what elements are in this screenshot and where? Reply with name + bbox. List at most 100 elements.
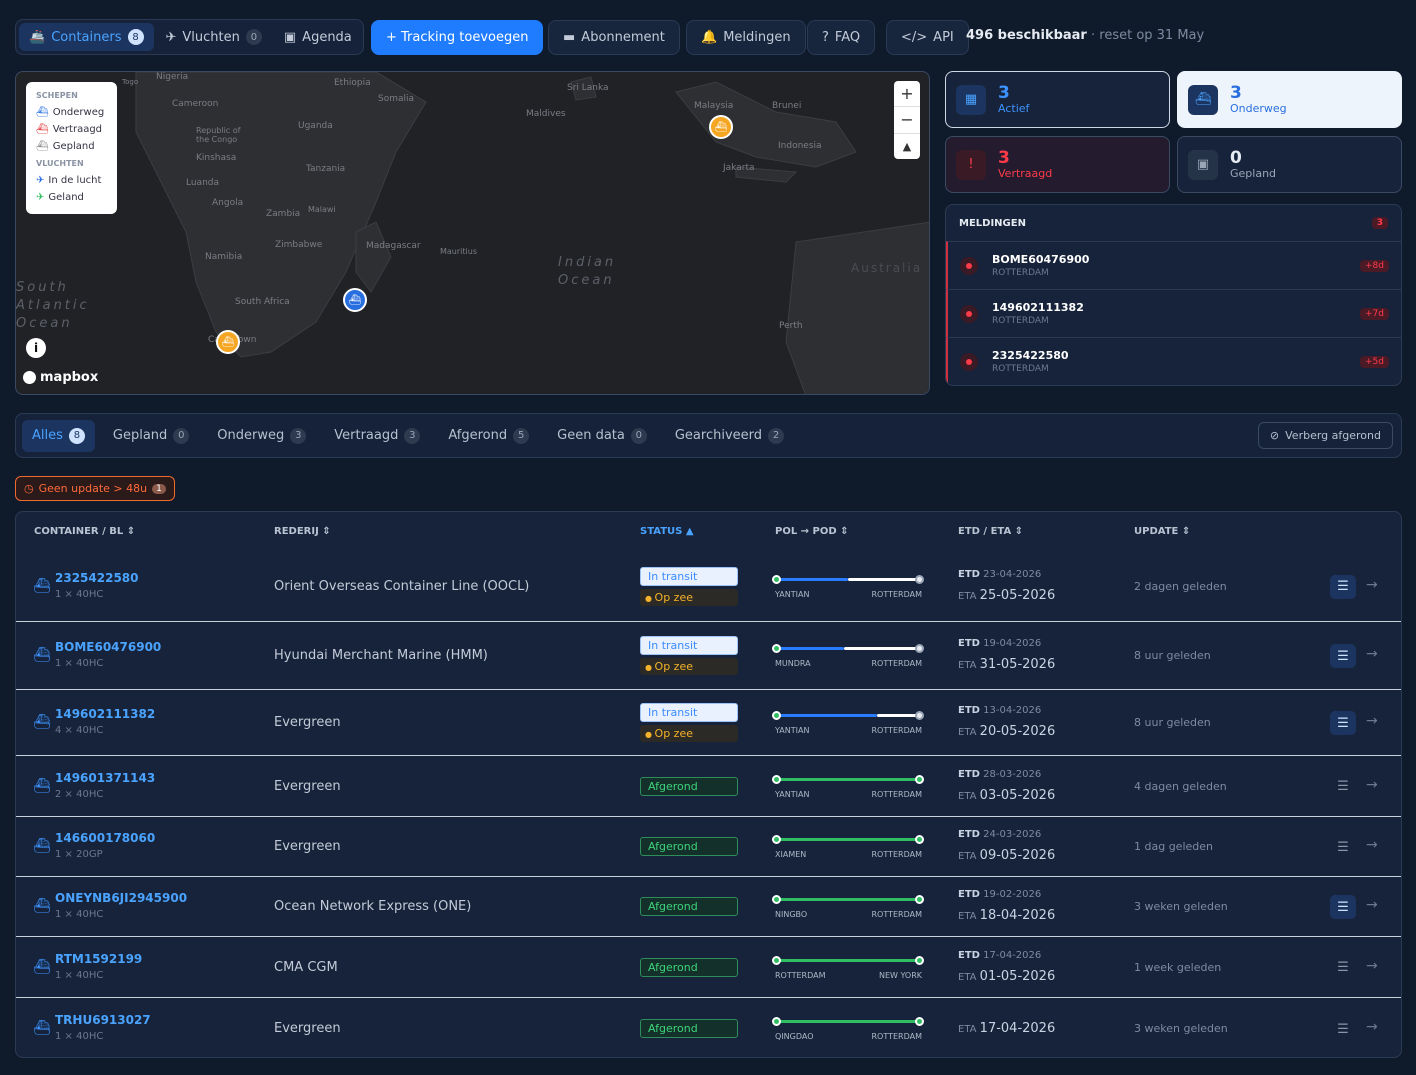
map[interactable]: Nigeria Ethiopia Somalia Sri Lanka Malay… xyxy=(15,71,930,395)
table-row[interactable]: ⛴ TRHU6913027 1 × 40HC Evergreen Afgeron… xyxy=(16,997,1401,1057)
legend-flights-title: VLUCHTEN xyxy=(36,159,84,168)
last-update: 2 dagen geleden xyxy=(1134,579,1227,593)
container-id[interactable]: 149602111382 xyxy=(55,707,155,721)
col-update[interactable]: UPDATE ⇕ xyxy=(1134,526,1190,537)
container-id[interactable]: 149601371143 xyxy=(55,771,155,785)
stat-gepland[interactable]: ▣ 0 Gepland xyxy=(1177,136,1402,193)
zoom-out-button[interactable]: − xyxy=(894,107,920,134)
table-row[interactable]: ⛴ 2325422580 1 × 40HC Orient Overseas Co… xyxy=(16,552,1401,621)
legend-gepland: ⛴ Gepland xyxy=(36,138,107,155)
sort-icon: ⇕ xyxy=(126,526,136,537)
chevron-right-icon[interactable]: → xyxy=(1366,958,1378,974)
sliders-icon[interactable]: ☰ xyxy=(1330,574,1356,599)
stat-onderweg-label: Onderweg xyxy=(1230,102,1287,115)
container-id[interactable]: 146600178060 xyxy=(55,831,155,845)
alert-icon xyxy=(960,352,978,371)
abonnement-button[interactable]: ▬ Abonnement xyxy=(548,20,680,55)
route-end-dot xyxy=(915,644,924,653)
route-progress xyxy=(772,711,924,720)
col-status[interactable]: STATUS ▲ xyxy=(640,526,694,537)
tab-agenda[interactable]: ▣ Agenda xyxy=(274,23,362,51)
map-label: Ethiopia xyxy=(334,78,371,88)
add-tracking-button[interactable]: + Tracking toevoegen xyxy=(371,20,544,55)
filter-tab-vertraagd[interactable]: Vertraagd 3 xyxy=(324,420,430,452)
chevron-right-icon[interactable]: → xyxy=(1366,1019,1378,1035)
ship-marker[interactable]: ⛴ xyxy=(216,330,240,354)
melding-item[interactable]: 149602111382 ROTTERDAM +7d xyxy=(946,289,1401,337)
map-label: Indonesia xyxy=(778,141,822,151)
filter-tab-geen-data[interactable]: Geen data 0 xyxy=(547,420,657,452)
ship-icon: ⛴ xyxy=(714,121,728,133)
tab-vluchten[interactable]: ✈ Vluchten 0 xyxy=(156,23,272,51)
table-row[interactable]: ⛴ RTM1592199 1 × 40HC CMA CGM Afgerond R… xyxy=(16,936,1401,997)
chevron-right-icon[interactable]: → xyxy=(1366,777,1378,793)
table-row[interactable]: ⛴ 146600178060 1 × 20GP Evergreen Afgero… xyxy=(16,816,1401,876)
filter-tab-gearchiveerd[interactable]: Gearchiveerd 2 xyxy=(665,420,794,452)
route-start-dot xyxy=(772,644,781,653)
ship-marker[interactable]: ⛴ xyxy=(709,115,733,139)
ship-marker[interactable]: ⛴ xyxy=(343,288,367,312)
api-button[interactable]: </> API xyxy=(886,20,969,55)
faq-button[interactable]: ? FAQ xyxy=(807,20,876,55)
quota-status: 496 beschikbaar · reset op 31 May xyxy=(966,28,1204,43)
carrier-name: Orient Overseas Container Line (OOCL) xyxy=(274,578,530,594)
ship-icon: ⛴ xyxy=(33,1020,51,1036)
meldingen-button[interactable]: 🔔 Meldingen xyxy=(686,20,806,55)
table-row[interactable]: ⛴ 149602111382 4 × 40HC Evergreen In tra… xyxy=(16,689,1401,755)
route-end-dot xyxy=(915,955,924,965)
stat-vertraagd[interactable]: ! 3 Vertraagd xyxy=(945,136,1170,193)
sliders-icon[interactable]: ☰ xyxy=(1330,644,1356,668)
filter-label: Alles xyxy=(32,428,63,443)
col-dates[interactable]: ETD / ETA ⇕ xyxy=(958,526,1023,537)
sliders-icon[interactable]: ☰ xyxy=(1330,775,1356,799)
stat-onderweg[interactable]: ⛴ 3 Onderweg xyxy=(1177,71,1402,128)
sliders-icon[interactable]: ☰ xyxy=(1330,895,1356,919)
chevron-right-icon[interactable]: → xyxy=(1366,837,1378,853)
melding-id: BOME60476900 xyxy=(992,253,1090,266)
filter-tab-alles[interactable]: Alles 8 xyxy=(22,419,95,452)
table-row[interactable]: ⛴ BOME60476900 1 × 40HC Hyundai Merchant… xyxy=(16,621,1401,689)
compass-button[interactable]: ▲ xyxy=(894,134,920,159)
col-route[interactable]: POL → POD ⇕ xyxy=(775,526,849,537)
sliders-icon[interactable]: ☰ xyxy=(1330,711,1356,735)
legend-label: Vertraagd xyxy=(52,124,103,135)
table-row[interactable]: ⛴ 149601371143 2 × 40HC Evergreen Afgero… xyxy=(16,755,1401,816)
code-icon: </> xyxy=(901,30,928,45)
col-container[interactable]: CONTAINER / BL ⇕ xyxy=(34,526,135,537)
table-row[interactable]: ⛴ ONEYNB6JI2945900 1 × 40HC Ocean Networ… xyxy=(16,876,1401,936)
meldingen-title: MELDINGEN xyxy=(959,217,1026,229)
zoom-in-button[interactable]: + xyxy=(894,81,920,108)
container-id[interactable]: RTM1592199 xyxy=(55,952,142,966)
container-id[interactable]: TRHU6913027 xyxy=(55,1013,151,1027)
melding-item[interactable]: 2325422580 ROTTERDAM +5d xyxy=(946,337,1401,385)
stat-actief[interactable]: ▦ 3 Actief xyxy=(945,71,1170,128)
sliders-icon[interactable]: ☰ xyxy=(1330,1017,1356,1041)
route-start-dot xyxy=(772,1017,781,1026)
chevron-right-icon[interactable]: → xyxy=(1366,646,1378,662)
chevron-right-icon[interactable]: → xyxy=(1366,577,1378,593)
route-end-dot xyxy=(915,895,924,904)
container-id[interactable]: 2325422580 xyxy=(55,571,139,585)
ship-icon: ⛴ xyxy=(33,958,51,975)
stale-update-filter[interactable]: ◷ Geen update > 48u 1 xyxy=(15,476,175,501)
tab-containers[interactable]: 🚢 Containers 8 xyxy=(19,23,154,51)
sliders-icon[interactable]: ☰ xyxy=(1330,835,1356,859)
map-label: South Africa xyxy=(235,297,290,307)
col-rederij[interactable]: REDERIJ ⇕ xyxy=(274,526,331,537)
filter-tab-afgerond[interactable]: Afgerond 5 xyxy=(438,420,539,452)
tab-vluchten-count: 0 xyxy=(245,29,262,45)
hide-done-button[interactable]: ⊘ Verberg afgerond xyxy=(1257,422,1393,449)
filter-tab-gepland[interactable]: Gepland 0 xyxy=(103,420,199,452)
filter-tab-onderweg[interactable]: Onderweg 3 xyxy=(207,420,316,452)
stat-actief-num: 3 xyxy=(998,83,1010,103)
chevron-right-icon[interactable]: → xyxy=(1366,897,1378,913)
sliders-icon[interactable]: ☰ xyxy=(1330,956,1356,980)
melding-item[interactable]: BOME60476900 ROTTERDAM +8d xyxy=(946,241,1401,289)
route-end-dot xyxy=(915,774,924,784)
container-id[interactable]: ONEYNB6JI2945900 xyxy=(55,891,187,905)
filter-label: Vertraagd xyxy=(334,428,399,443)
filter-count: 8 xyxy=(68,427,85,444)
info-icon[interactable]: i xyxy=(26,338,46,358)
chevron-right-icon[interactable]: → xyxy=(1366,713,1378,729)
container-id[interactable]: BOME60476900 xyxy=(55,640,161,654)
